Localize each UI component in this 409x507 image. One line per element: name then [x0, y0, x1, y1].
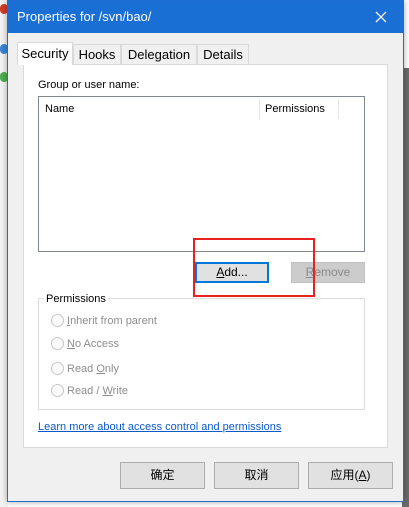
- radio-label: Read / Write: [67, 385, 128, 397]
- group-label: Group or user name:: [38, 79, 140, 91]
- learn-more-link[interactable]: Learn more about access control and perm…: [38, 421, 281, 433]
- title-bar: Properties for /svn/bao/: [8, 1, 403, 33]
- dialog-title: Properties for /svn/bao/: [17, 9, 152, 24]
- radio-circle[interactable]: [51, 337, 64, 350]
- tab-delegation[interactable]: Delegation: [121, 44, 197, 64]
- column-header-name[interactable]: Name: [45, 97, 255, 121]
- tab-details[interactable]: Details: [197, 44, 249, 64]
- radio-label: Read Only: [67, 363, 119, 375]
- remove-button[interactable]: Remove: [291, 262, 365, 283]
- cancel-button[interactable]: 取消: [214, 462, 299, 489]
- permissions-title: Permissions: [44, 293, 108, 305]
- ok-button[interactable]: 确定: [120, 462, 205, 489]
- add-button[interactable]: Add...: [195, 262, 269, 283]
- security-panel: Group or user name: Name Permissions Add…: [23, 64, 388, 448]
- tab-security[interactable]: Security: [17, 42, 73, 65]
- radio-circle[interactable]: [51, 362, 64, 375]
- column-header-permissions[interactable]: Permissions: [265, 97, 341, 121]
- radio-label: Inherit from parent: [67, 315, 157, 327]
- close-icon: [375, 11, 387, 23]
- users-list[interactable]: Name Permissions: [38, 96, 365, 252]
- radio-circle[interactable]: [51, 314, 64, 327]
- radio-circle[interactable]: [51, 384, 64, 397]
- close-button[interactable]: [359, 1, 403, 33]
- column-separator[interactable]: [338, 99, 339, 119]
- properties-dialog: Properties for /svn/bao/ Security Hooks …: [7, 0, 404, 502]
- tab-hooks[interactable]: Hooks: [73, 44, 121, 64]
- apply-button[interactable]: 应用(A): [308, 462, 393, 489]
- column-separator[interactable]: [259, 99, 260, 119]
- radio-label: No Access: [67, 338, 119, 350]
